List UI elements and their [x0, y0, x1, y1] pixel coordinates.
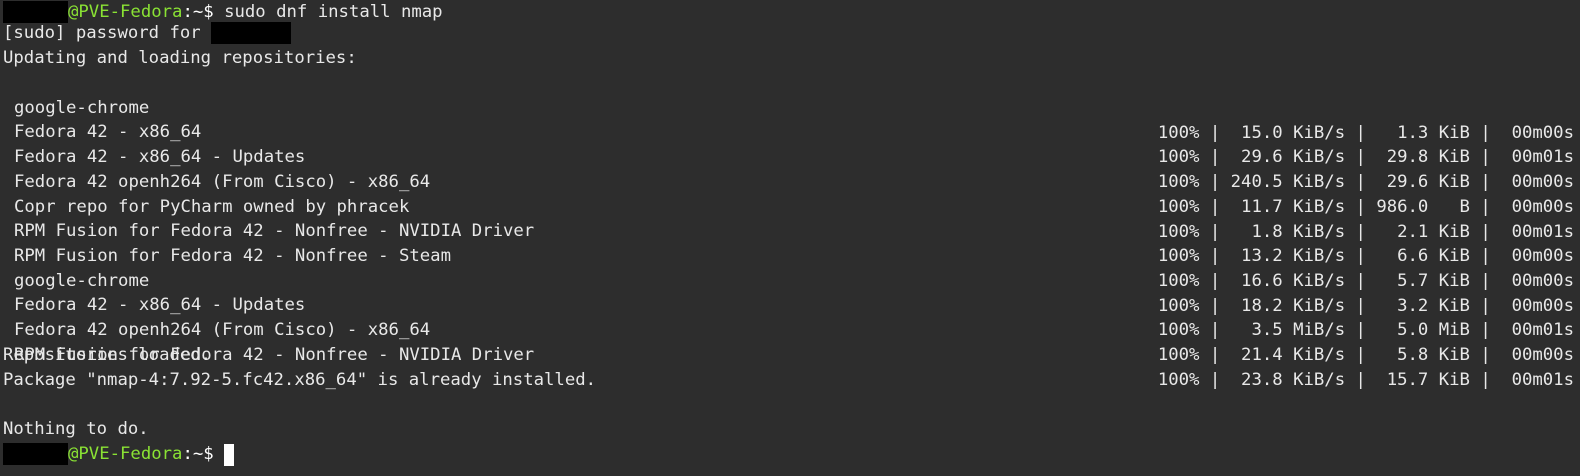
status-loaded: Repositories loaded.	[3, 345, 212, 365]
terminal-window[interactable]: @PVE-Fedora:~$ sudo dnf install nmap [su…	[0, 0, 1580, 476]
prompt-path: :~$	[182, 444, 214, 464]
prompt-line[interactable]: @PVE-Fedora:~$	[3, 442, 235, 467]
redacted-username	[3, 443, 68, 465]
repo-row: Fedora 42 - x86_64 100% | 29.6 KiB/s | 2…	[0, 95, 1580, 167]
repo-row: google-chrome 100% | 15.0 KiB/s | 1.3 Ki…	[0, 71, 1580, 143]
repo-row: Fedora 42 openh264 (From Cisco) - x86_64…	[0, 293, 1580, 365]
repo-row: Fedora 42 openh264 (From Cisco) - x86_64…	[0, 145, 1580, 217]
repo-stats: 100% | 23.8 KiB/s | 15.7 KiB | 00m01s	[1157, 370, 1574, 390]
repo-row: google-chrome 100% | 18.2 KiB/s | 3.2 Ki…	[0, 244, 1580, 316]
status-updating: Updating and loading repositories:	[3, 48, 357, 68]
repo-row: RPM Fusion for Fedora 42 - Nonfree - NVI…	[0, 194, 1580, 266]
repo-row: RPM Fusion for Fedora 42 - Nonfree - Ste…	[0, 219, 1580, 291]
prompt-host: @PVE-Fedora	[68, 444, 183, 464]
sudo-prompt-line: [sudo] password for	[3, 21, 292, 46]
sudo-prompt-text: [sudo] password for	[3, 23, 212, 43]
repo-stats: 100% | 21.4 KiB/s | 5.8 KiB | 00m00s	[1157, 345, 1574, 365]
redacted-username	[3, 1, 68, 23]
status-installed: Package "nmap-4:7.92-5.fc42.x86_64" is a…	[3, 370, 597, 390]
prompt-host: @PVE-Fedora	[68, 2, 183, 22]
repo-row: Fedora 42 - x86_64 - Updates 100% | 240.…	[0, 120, 1580, 192]
command-text: sudo dnf install nmap	[213, 2, 443, 22]
repo-row: Copr repo for PyCharm owned by phracek 1…	[0, 170, 1580, 242]
redacted-username	[211, 22, 292, 44]
repo-row: RPM Fusion for Fedora 42 - Nonfree - NVI…	[0, 318, 1580, 390]
repo-row: Fedora 42 - x86_64 - Updates 100% | 3.5 …	[0, 268, 1580, 340]
text-cursor	[224, 444, 235, 466]
status-nothing: Nothing to do.	[3, 419, 149, 439]
prompt-path: :~$	[182, 2, 214, 22]
